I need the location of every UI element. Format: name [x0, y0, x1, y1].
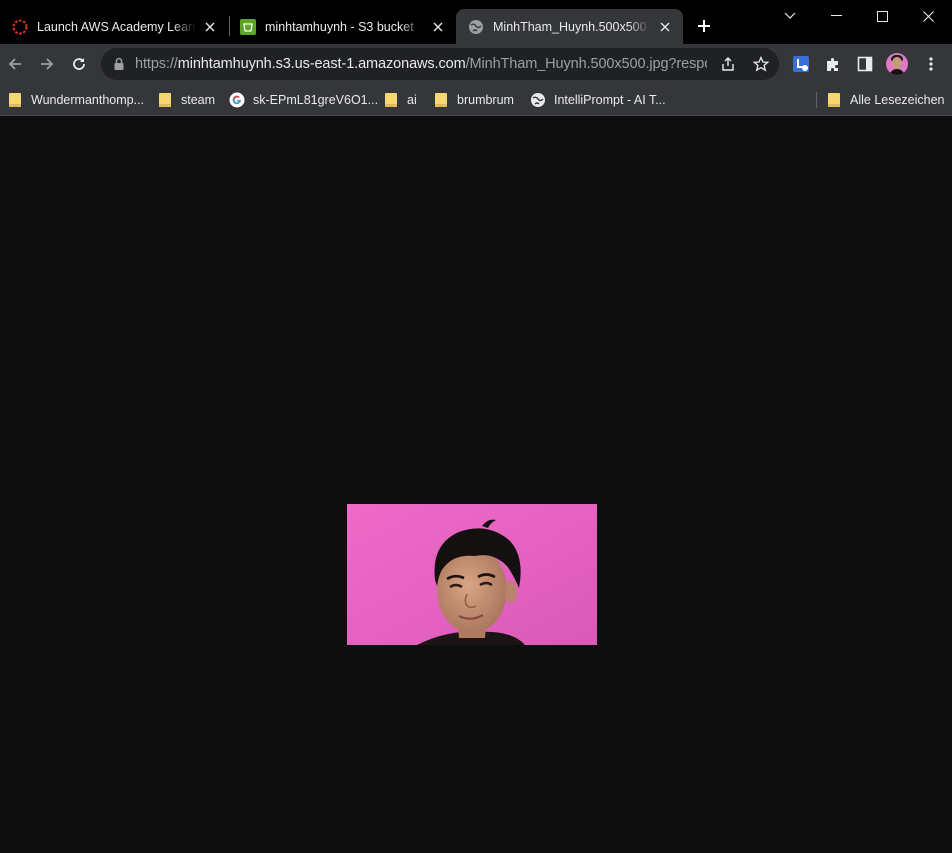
tab-image[interactable]: MinhTham_Huynh.500x500.jpg: [456, 9, 683, 44]
side-panel-icon[interactable]: [855, 54, 875, 74]
bookmark-label: Alle Lesezeichen: [850, 93, 945, 107]
bookmark-label: sk-EPmL81greV6O1...: [253, 93, 379, 107]
url-text[interactable]: https://minhtamhuynh.s3.us-east-1.amazon…: [135, 56, 707, 72]
bookmark-label: brumbrum: [457, 93, 514, 107]
profile-avatar[interactable]: [886, 53, 908, 75]
all-bookmarks-button[interactable]: Alle Lesezeichen: [826, 91, 945, 109]
maximize-button[interactable]: [859, 0, 905, 32]
folder-icon: [383, 92, 399, 108]
folder-icon: [157, 92, 173, 108]
aws-academy-icon: [12, 19, 28, 35]
tab-title: MinhTham_Huynh.500x500.jpg: [493, 19, 651, 34]
globe-icon: [530, 92, 546, 108]
portrait-photo: [347, 504, 597, 645]
tab-title: minhtamhuynh - S3 bucket: [265, 19, 414, 34]
minimize-button[interactable]: [813, 0, 859, 32]
close-tab-icon[interactable]: [657, 19, 673, 35]
close-window-button[interactable]: [905, 0, 951, 32]
bookmark-ai[interactable]: ai: [383, 91, 417, 109]
globe-icon: [468, 19, 484, 35]
folder-icon: [7, 92, 23, 108]
tab-s3-bucket[interactable]: minhtamhuynh - S3 bucket: [228, 9, 456, 44]
bookmark-label: Wundermanthomp...: [31, 93, 145, 107]
forward-button[interactable]: [33, 50, 61, 78]
google-icon: [229, 92, 245, 108]
tab-strip: Launch AWS Academy Learner Lab minhtamhu…: [0, 0, 952, 44]
avatar-face: [892, 57, 902, 69]
close-tab-icon[interactable]: [202, 19, 218, 35]
puzzle-icon[interactable]: [823, 54, 843, 74]
back-button[interactable]: [1, 50, 29, 78]
folder-icon: [433, 92, 449, 108]
bookmark-label: steam: [181, 93, 216, 107]
bookmark-label: ai: [407, 93, 417, 107]
displayed-image[interactable]: [347, 504, 597, 645]
url-host: minhtamhuynh.s3.us-east-1.amazonaws.com: [177, 56, 466, 72]
bookmark-steam[interactable]: steam: [157, 91, 215, 109]
bookmarks-bar: Wundermanthomp... steam sk-EPmL81greV6O1…: [0, 84, 952, 116]
share-icon[interactable]: [718, 54, 738, 74]
close-tab-icon[interactable]: [430, 19, 446, 35]
url-scheme: https://: [135, 56, 178, 72]
reload-button[interactable]: [65, 50, 93, 78]
extension-icon[interactable]: [791, 54, 811, 74]
lock-icon[interactable]: [113, 57, 125, 74]
toolbar: https://minhtamhuynh.s3.us-east-1.amazon…: [0, 44, 952, 84]
menu-dots-icon[interactable]: [921, 54, 941, 74]
address-bar[interactable]: https://minhtamhuynh.s3.us-east-1.amazon…: [101, 48, 779, 80]
url-path: /MinhTham_Huynh.500x500.jpg?response-con…: [465, 56, 707, 72]
bookmark-wundermanthomp[interactable]: Wundermanthomp...: [7, 91, 144, 109]
bookmark-star-icon[interactable]: [751, 54, 771, 74]
new-tab-button[interactable]: [692, 14, 716, 38]
avatar-body: [889, 69, 905, 75]
tab-aws-academy[interactable]: Launch AWS Academy Learner Lab: [0, 9, 228, 44]
bookmarks-divider: [816, 92, 817, 108]
page-viewport: [0, 117, 952, 853]
aws-s3-icon: [240, 18, 256, 35]
folder-icon: [826, 92, 842, 108]
tab-search-button[interactable]: [767, 0, 813, 32]
bookmark-intelliprompt[interactable]: IntelliPrompt - AI T...: [530, 91, 666, 109]
bookmark-brumbrum[interactable]: brumbrum: [433, 91, 514, 109]
tab-title: Launch AWS Academy Learner Lab: [37, 19, 196, 34]
bookmark-label: IntelliPrompt - AI T...: [554, 93, 666, 107]
bookmark-sk-key[interactable]: sk-EPmL81greV6O1...: [229, 91, 378, 109]
